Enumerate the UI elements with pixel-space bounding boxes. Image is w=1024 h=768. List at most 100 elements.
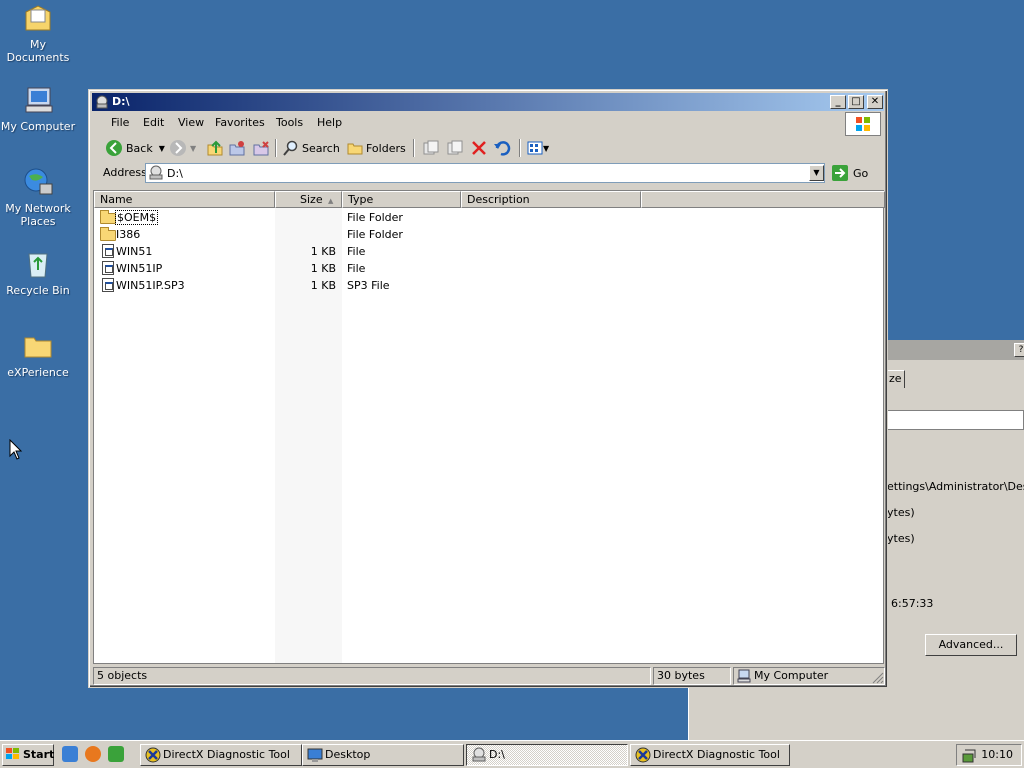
copy-button[interactable] <box>447 137 463 159</box>
desktop-icon-experience[interactable]: eXPerience <box>0 330 76 379</box>
move-button[interactable] <box>423 137 439 159</box>
network-tray-icon[interactable] <box>961 748 977 764</box>
minimize-button[interactable]: _ <box>830 95 846 109</box>
file-type: File <box>347 245 366 258</box>
delete-button[interactable] <box>471 137 487 159</box>
folder-icon <box>100 210 116 224</box>
start-label: Start <box>23 748 55 761</box>
resize-grip-icon[interactable] <box>870 670 884 684</box>
directx-icon <box>635 747 651 763</box>
file-icon <box>100 278 116 292</box>
background-dialog-line: ytes) <box>887 532 915 545</box>
maximize-button[interactable]: □ <box>848 95 864 109</box>
delete-x-icon <box>472 141 486 155</box>
address-dropdown-button[interactable]: ▼ <box>809 165 824 181</box>
move-to-button[interactable] <box>229 137 245 159</box>
back-button[interactable]: Back ▼ <box>105 137 165 159</box>
column-header-description[interactable]: Description <box>461 191 641 208</box>
list-item[interactable]: $OEM$ File Folder <box>94 209 885 226</box>
taskbar-button-directx[interactable]: DirectX Diagnostic Tool <box>630 744 790 766</box>
taskbar-button-label: Desktop <box>325 748 371 761</box>
menu-bar: File Edit View Favorites Tools Help <box>95 113 843 133</box>
taskbar-button-label: D:\ <box>489 748 505 761</box>
background-dialog-tab[interactable]: ze <box>887 370 905 388</box>
undo-button[interactable] <box>493 137 511 159</box>
search-button[interactable]: Search <box>283 137 340 159</box>
go-label: Go <box>853 166 869 180</box>
file-list[interactable]: Name Size ▲ Type Description $OEM$ File … <box>93 190 885 664</box>
address-input[interactable]: D:\ ▼ <box>145 163 825 183</box>
column-header-type[interactable]: Type <box>342 191 461 208</box>
move-to-icon <box>229 141 245 156</box>
chevron-down-icon[interactable]: ▼ <box>190 144 196 153</box>
move-icon <box>423 140 439 155</box>
toolbar-separator <box>275 139 277 157</box>
forward-arrow-icon <box>170 140 186 156</box>
clock[interactable]: 10:10 <box>981 748 1013 761</box>
show-desktop-icon[interactable] <box>108 746 124 762</box>
help-button[interactable]: ? <box>1014 343 1024 357</box>
taskbar-button-desktop[interactable]: Desktop <box>302 744 464 766</box>
desktop-icon-label: Recycle Bin <box>6 284 70 297</box>
file-name: WIN51IP <box>116 262 163 275</box>
background-dialog-path: ettings\Administrator\Desktop <box>887 480 1024 493</box>
title-bar[interactable]: D:\ _ □ ✕ <box>92 93 884 111</box>
column-header-empty <box>641 191 885 208</box>
forward-button[interactable]: ▼ <box>169 137 196 159</box>
desktop-icon-my-computer[interactable]: My Computer <box>0 84 76 133</box>
address-value: D:\ <box>167 167 183 180</box>
mouse-cursor-icon <box>9 439 23 460</box>
search-icon <box>283 140 298 156</box>
desktop-icon-label: eXPerience <box>7 366 69 379</box>
views-button[interactable]: ▼ <box>527 137 549 159</box>
drive-icon <box>96 95 108 109</box>
network-places-icon <box>22 166 54 198</box>
taskbar-button-label: DirectX Diagnostic Tool <box>653 748 780 761</box>
start-button[interactable]: Start <box>2 744 54 766</box>
list-item[interactable]: WIN51 1 KB File <box>94 243 885 260</box>
system-tray: 10:10 <box>956 744 1022 766</box>
menu-edit[interactable]: Edit <box>143 116 164 129</box>
chevron-down-icon[interactable]: ▼ <box>159 144 165 153</box>
background-dialog-field[interactable] <box>887 410 1024 430</box>
menu-view[interactable]: View <box>178 116 204 129</box>
advanced-button[interactable]: Advanced... <box>925 634 1017 656</box>
folders-button[interactable]: Folders <box>347 137 406 159</box>
copy-to-icon <box>253 141 269 156</box>
desktop-icon-my-documents[interactable]: My Documents <box>0 2 76 64</box>
go-button[interactable]: Go <box>831 163 868 183</box>
up-folder-button[interactable] <box>207 137 223 159</box>
taskbar-button-d-drive[interactable]: D:\ <box>466 744 628 766</box>
menu-file[interactable]: File <box>111 116 129 129</box>
taskbar-button-directx[interactable]: DirectX Diagnostic Tool <box>140 744 302 766</box>
chevron-down-icon[interactable]: ▼ <box>543 144 549 153</box>
file-name: $OEM$ <box>114 210 159 225</box>
address-bar: Address D:\ ▼ Go <box>95 163 881 185</box>
desktop-icon-network-places[interactable]: My Network Places <box>0 166 76 228</box>
explorer-window[interactable]: D:\ _ □ ✕ File Edit View Favorites Tools… <box>88 89 888 688</box>
desktop-icon-recycle-bin[interactable]: Recycle Bin <box>0 248 76 297</box>
window-title: D:\ <box>112 95 130 108</box>
recycle-bin-icon <box>22 248 54 280</box>
views-grid-icon <box>527 141 543 155</box>
folders-icon <box>347 143 363 155</box>
firefox-icon[interactable] <box>85 746 101 762</box>
menu-help[interactable]: Help <box>317 116 342 129</box>
list-item[interactable]: WIN51IP 1 KB File <box>94 260 885 277</box>
up-folder-icon <box>207 140 223 156</box>
copy-to-button[interactable] <box>253 137 269 159</box>
status-size: 30 bytes <box>653 667 731 685</box>
list-item[interactable]: WIN51IP.SP3 1 KB SP3 File <box>94 277 885 294</box>
windows-logo-icon <box>845 112 881 136</box>
file-name: WIN51IP.SP3 <box>116 279 185 292</box>
list-item[interactable]: I386 File Folder <box>94 226 885 243</box>
column-header-size[interactable]: Size ▲ <box>275 191 342 208</box>
file-size: 1 KB <box>310 262 336 275</box>
ie-icon[interactable] <box>62 746 78 762</box>
taskbar-button-label: DirectX Diagnostic Tool <box>163 748 290 761</box>
close-button[interactable]: ✕ <box>867 95 883 109</box>
menu-favorites[interactable]: Favorites <box>215 116 265 129</box>
menu-tools[interactable]: Tools <box>276 116 303 129</box>
file-name: WIN51 <box>116 245 153 258</box>
column-header-name[interactable]: Name <box>94 191 275 208</box>
